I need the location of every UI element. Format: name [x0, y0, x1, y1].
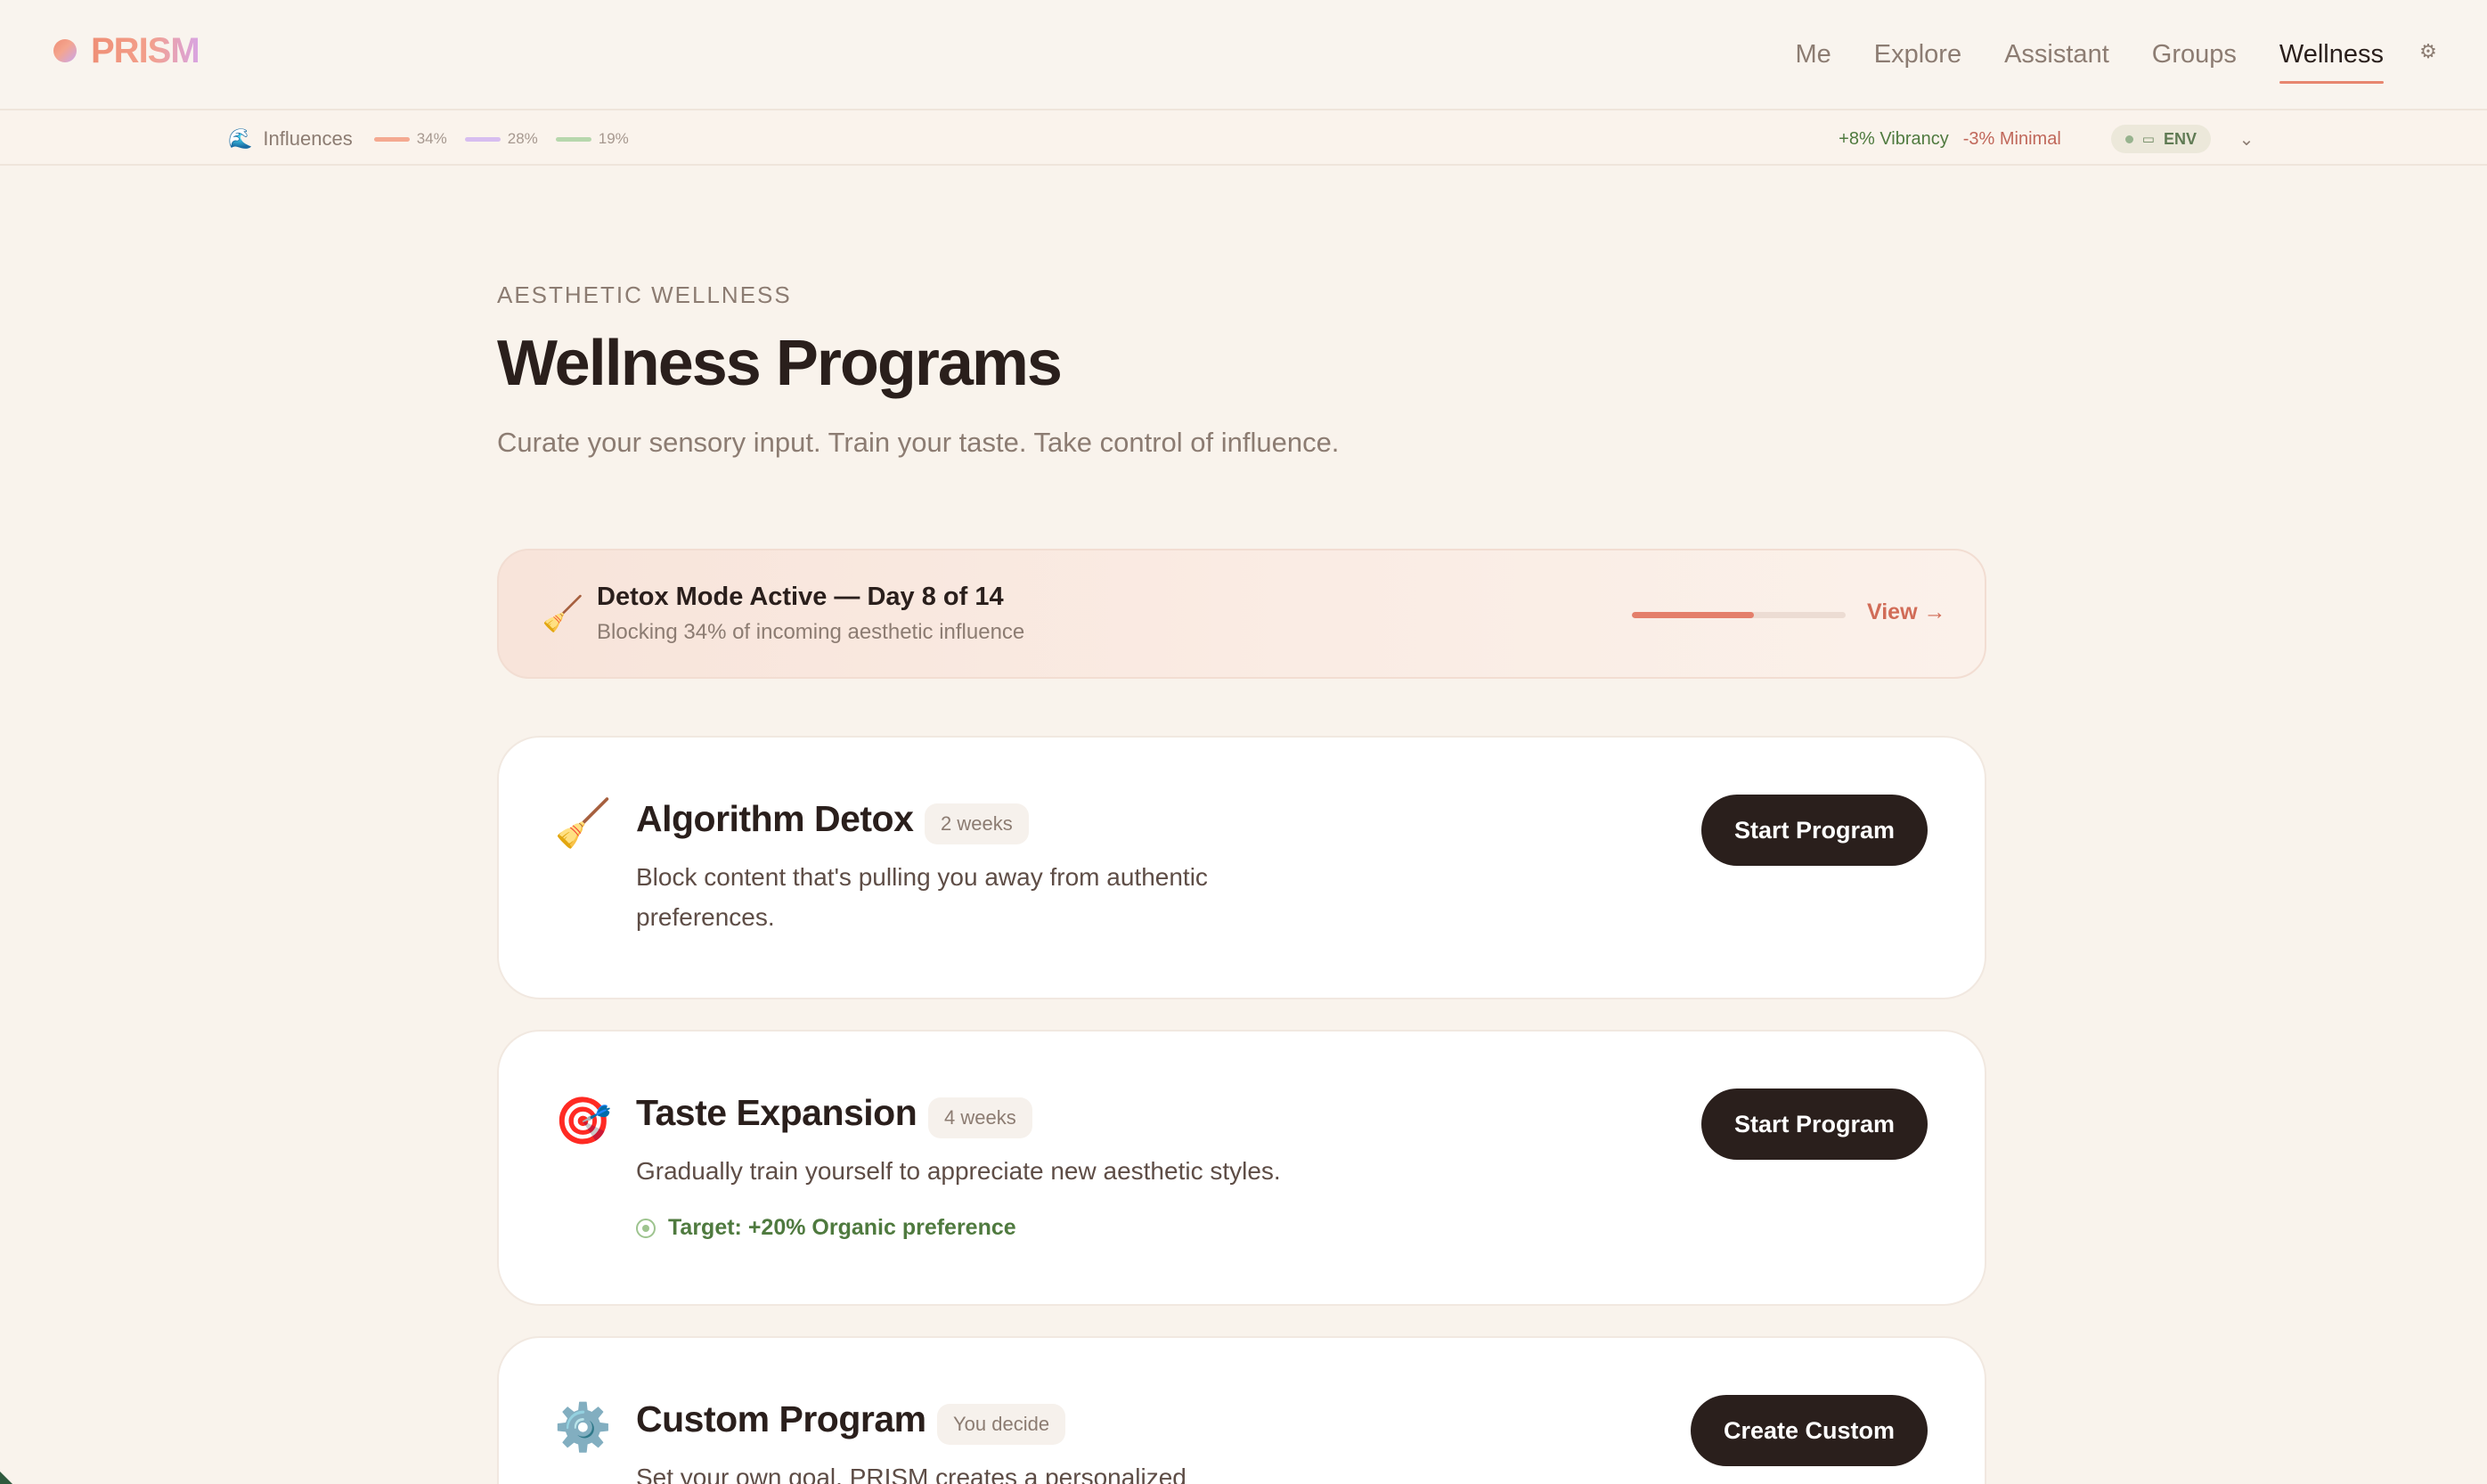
detox-title: Detox Mode Active — Day 8 of 14 [597, 583, 1004, 611]
broom-icon: 🧹 [542, 596, 584, 633]
program-title: Algorithm Detox [636, 798, 914, 839]
wave-icon: 🌊 [228, 127, 253, 150]
detox-view-link[interactable]: View → [1867, 599, 1945, 625]
program-duration-badge: 2 weeks [925, 803, 1029, 844]
page-subtitle: Curate your sensory input. Train your ta… [497, 427, 1340, 458]
broom-icon: 🧹 [554, 798, 612, 850]
program-description-line: Block content that's pulling you away fr… [636, 863, 1208, 891]
brand-logo[interactable]: PRISM [53, 30, 200, 71]
program-duration-badge: You decide [937, 1404, 1066, 1445]
program-title: Taste Expansion [636, 1092, 917, 1133]
program-card-algorithm-detox: 🧹 Algorithm Detox 2 weeks Block content … [497, 736, 1986, 999]
top-navigation: PRISM Me Explore Assistant Groups Wellne… [0, 0, 2487, 110]
influences-label: Influences [263, 127, 353, 150]
env-label: ENV [2163, 129, 2197, 148]
gear-icon[interactable]: ⚙ [2416, 39, 2441, 64]
detox-progress-bar [1632, 612, 1846, 618]
influence-strip: 🌊 Influences 34% 28% 19% +8% Vibrancy -3… [0, 112, 2487, 166]
nav-item-groups[interactable]: Groups [2152, 32, 2237, 77]
corner-decoration [0, 1472, 12, 1484]
detox-status-banner: 🧹 Detox Mode Active — Day 8 of 14 Blocki… [497, 549, 1986, 679]
influence-bar [373, 136, 410, 142]
program-description-line: preferences. [636, 903, 775, 931]
page-title: Wellness Programs [497, 328, 1063, 399]
program-card-custom: ⚙️ Custom Program You decide Set your ow… [497, 1336, 1986, 1484]
nav-item-me[interactable]: Me [1795, 32, 1831, 77]
target-icon: 🎯 [554, 1096, 612, 1147]
gear-icon: ⚙️ [554, 1402, 612, 1454]
detox-subtitle: Blocking 34% of incoming aesthetic influ… [597, 620, 1025, 644]
influence-value: 34% [416, 130, 447, 147]
influences-summary[interactable]: 🌊 Influences 34% 28% 19% [228, 125, 636, 153]
nav-item-assistant[interactable]: Assistant [2004, 32, 2109, 77]
detox-progress-fill [1632, 612, 1754, 618]
brand-name: PRISM [91, 30, 200, 70]
program-description-line: Gradually train yourself to appreciate n… [636, 1157, 1281, 1185]
influence-value: 28% [507, 130, 538, 147]
create-custom-button[interactable]: Create Custom [1691, 1395, 1928, 1466]
env-toggle[interactable]: ▭ ENV [2110, 125, 2211, 153]
main-content: AESTHETIC WELLNESS Wellness Programs Cur… [497, 281, 1986, 1484]
program-description-line: Set your own goal. PRISM creates a perso… [636, 1464, 1186, 1484]
chevron-down-icon[interactable]: ⌄ [2234, 126, 2259, 151]
influence-bar [555, 136, 591, 142]
start-program-button[interactable]: Start Program [1701, 1089, 1928, 1160]
start-program-button[interactable]: Start Program [1701, 795, 1928, 866]
nav-item-explore[interactable]: Explore [1874, 32, 1961, 77]
influence-bar [464, 136, 501, 142]
influence-deltas: +8% Vibrancy -3% Minimal ▭ ENV [1839, 125, 2211, 153]
page-eyebrow: AESTHETIC WELLNESS [497, 281, 792, 308]
target-ring-icon [636, 1218, 656, 1238]
nav-item-wellness[interactable]: Wellness [2279, 32, 2385, 84]
program-target-text: Target: +20% Organic preference [668, 1215, 1016, 1240]
program-duration-badge: 4 weeks [928, 1097, 1032, 1138]
main-nav: Me Explore Assistant Groups Wellness [1795, 32, 2385, 84]
camera-icon: ▭ [2141, 132, 2155, 147]
delta-minimal: -3% Minimal [1962, 128, 2061, 149]
influence-value: 19% [598, 130, 629, 147]
program-target: Target: +20% Organic preference [636, 1215, 1016, 1241]
influence-item: 19% [555, 130, 629, 148]
prism-logo-icon [53, 39, 77, 62]
program-card-taste-expansion: 🎯 Taste Expansion 4 weeks Gradually trai… [497, 1030, 1986, 1306]
delta-vibrancy: +8% Vibrancy [1839, 128, 1949, 149]
influence-item: 28% [464, 130, 538, 148]
influence-item: 34% [373, 130, 447, 148]
program-title: Custom Program [636, 1398, 926, 1439]
env-status-dot [2124, 135, 2133, 143]
